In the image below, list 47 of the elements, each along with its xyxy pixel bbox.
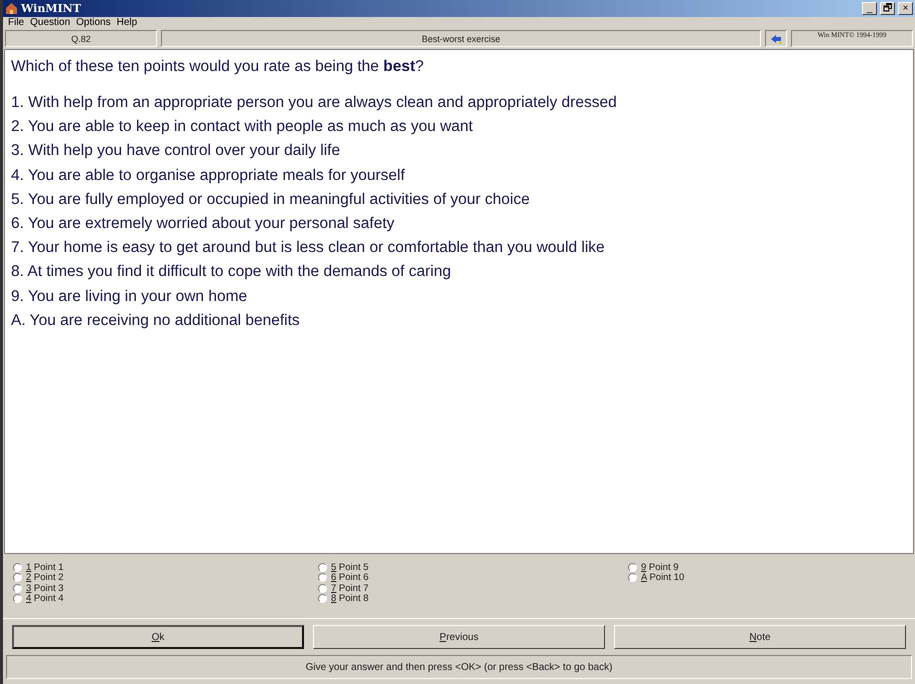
- point-text: 7. Your home is easy to get around but is less clean or comfortable than you would like: [11, 239, 606, 258]
- restore-button[interactable]: 🗗: [880, 2, 895, 15]
- action-button[interactable]: Previous: [313, 625, 605, 649]
- point-text: 1. With help from an appropriate person you are always clean and appropriately dressed: [11, 94, 618, 112]
- radio-option[interactable]: 5 Point 5: [318, 562, 628, 572]
- point-text: 6. You are extremely worried about your personal safety: [11, 214, 396, 233]
- point-text: 2. You are able to keep in contact with people as much as you want: [11, 118, 474, 136]
- status-bar: Give your answer and then press <OK> (or press <Back> to go back): [6, 655, 912, 679]
- radio-option[interactable]: 8 Point 8: [318, 594, 628, 604]
- menu-item[interactable]: File: [5, 17, 28, 28]
- point-text: A. You are receiving no additional benefits: [11, 312, 301, 330]
- radio-button[interactable]: [13, 562, 22, 572]
- point-text: 5. You are fully employed or occupied in meaningful activities of your choice: [11, 190, 531, 209]
- point-text: 3. With help you have control over your daily life: [11, 142, 342, 160]
- radio-button[interactable]: [13, 584, 22, 593]
- question-number: Q.82: [5, 30, 157, 47]
- radio-option[interactable]: 1 Point 1: [13, 562, 318, 572]
- app-icon: [5, 2, 18, 15]
- menu-item[interactable]: Options: [73, 17, 114, 28]
- menu-item[interactable]: Question: [27, 17, 74, 28]
- minimize-button[interactable]: _: [862, 2, 877, 15]
- radio-option[interactable]: 4 Point 4: [13, 594, 318, 604]
- point-text: 9. You are living in your own home: [11, 288, 248, 306]
- radio-button[interactable]: [318, 562, 327, 572]
- menu-item[interactable]: Help: [114, 17, 140, 28]
- radio-button[interactable]: [318, 584, 327, 593]
- arrow-icon[interactable]: [770, 32, 782, 44]
- point-text: 8. At times you find it difficult to cope with the demands of caring: [11, 263, 452, 282]
- question-text: Which of these ten points would you rate as being the best?: [11, 58, 425, 76]
- radio-option[interactable]: 2 Point 2: [13, 572, 318, 583]
- close-button[interactable]: ×: [898, 2, 913, 15]
- radio-button[interactable]: [318, 573, 327, 582]
- question-title: Best-worst exercise: [161, 30, 761, 47]
- radio-button[interactable]: [628, 562, 637, 572]
- radio-option[interactable]: 9 Point 9: [628, 562, 905, 572]
- radio-button[interactable]: [628, 573, 637, 582]
- radio-option[interactable]: 3 Point 3: [13, 583, 318, 594]
- radio-option[interactable]: 6 Point 6: [318, 572, 628, 583]
- window-title: WinMINT: [21, 2, 82, 15]
- action-button[interactable]: Ok: [12, 625, 304, 649]
- radio-option[interactable]: A Point 10: [628, 572, 905, 583]
- radio-button[interactable]: [13, 573, 22, 582]
- radio-option[interactable]: 7 Point 7: [318, 583, 628, 594]
- radio-button[interactable]: [13, 594, 22, 604]
- point-text: 4. You are able to organise appropriate meals for yourself: [11, 166, 406, 185]
- action-button[interactable]: Note: [614, 625, 906, 649]
- radio-button[interactable]: [318, 594, 327, 604]
